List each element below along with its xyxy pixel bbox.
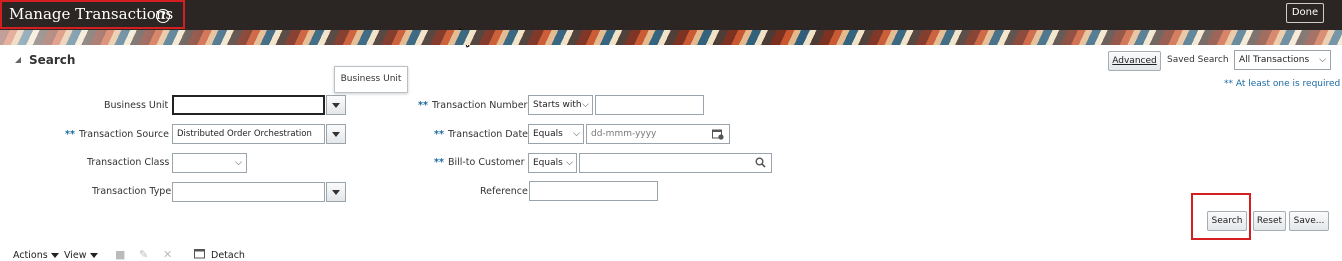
page-title: Manage Transactions: [9, 5, 174, 23]
chevron-down-icon: ⌵: [566, 158, 573, 168]
transaction-type-dropdown-button[interactable]: [326, 182, 346, 202]
reference-input[interactable]: [529, 181, 658, 201]
delete-x-icon[interactable]: ✕: [163, 248, 172, 261]
transaction-number-label: ** Transaction Number: [418, 100, 528, 111]
reference-label: Reference: [480, 186, 528, 197]
bill-to-customer-label: ** Bill-to Customer: [434, 157, 525, 168]
chevron-down-icon: ⌵: [235, 158, 242, 168]
search-button[interactable]: Search: [1207, 211, 1247, 231]
transaction-type-label: Transaction Type: [92, 186, 172, 197]
bill-to-customer-operator-select[interactable]: Equals ⌵: [528, 153, 577, 173]
help-icon[interactable]: ?: [156, 9, 170, 23]
chevron-down-icon: ⌵: [573, 129, 580, 139]
edit-pencil-icon[interactable]: ✎: [139, 248, 148, 261]
transaction-number-input[interactable]: [595, 95, 704, 115]
detach-icon[interactable]: [194, 249, 206, 259]
top-bar: Manage Transactions ? Done: [0, 0, 1342, 30]
chevron-down-icon: [89, 253, 98, 258]
business-unit-label: Business Unit: [104, 100, 169, 111]
chevron-down-icon: [50, 253, 59, 258]
business-unit-input[interactable]: [172, 95, 325, 115]
save-search-button[interactable]: Save...: [1289, 211, 1329, 231]
saved-search-select[interactable]: All Transactions ⌵: [1234, 50, 1331, 70]
transaction-source-label: ** Transaction Source: [65, 129, 169, 140]
required-hint: ** At least one is required: [1224, 79, 1341, 89]
reset-button[interactable]: Reset: [1253, 211, 1286, 231]
actions-menu[interactable]: Actions: [13, 250, 59, 261]
transaction-date-label: ** Transaction Date: [434, 129, 529, 140]
transaction-class-select[interactable]: ⌵: [172, 153, 247, 173]
search-section-heading: Search: [29, 53, 76, 67]
done-button[interactable]: Done: [1286, 3, 1324, 23]
create-icon[interactable]: ■: [115, 248, 125, 261]
business-unit-dropdown-button[interactable]: [326, 95, 346, 115]
advanced-button[interactable]: Advanced: [1108, 51, 1161, 71]
search-icon[interactable]: [755, 157, 766, 168]
transaction-class-label: Transaction Class: [87, 157, 170, 168]
calendar-icon[interactable]: [712, 128, 724, 140]
chevron-down-icon: ⌵: [1319, 55, 1326, 65]
business-unit-tooltip: Business Unit: [334, 66, 408, 93]
transaction-source-input[interactable]: Distributed Order Orchestration: [172, 124, 325, 144]
bill-to-customer-input[interactable]: [579, 153, 772, 173]
transaction-date-input[interactable]: dd-mmm-yyyy: [586, 124, 730, 144]
transaction-date-operator-select[interactable]: Equals ⌵: [528, 124, 584, 144]
chevron-down-icon: ⌵: [582, 100, 589, 110]
transaction-type-input[interactable]: [172, 182, 325, 202]
title-highlight: Manage Transactions ?: [0, 0, 185, 29]
view-menu[interactable]: View: [64, 250, 98, 261]
detach-button[interactable]: Detach: [211, 250, 245, 261]
saved-search-label: Saved Search: [1167, 55, 1229, 65]
transaction-source-dropdown-button[interactable]: [326, 124, 346, 144]
transaction-number-operator-select[interactable]: Starts with ⌵: [528, 95, 593, 115]
